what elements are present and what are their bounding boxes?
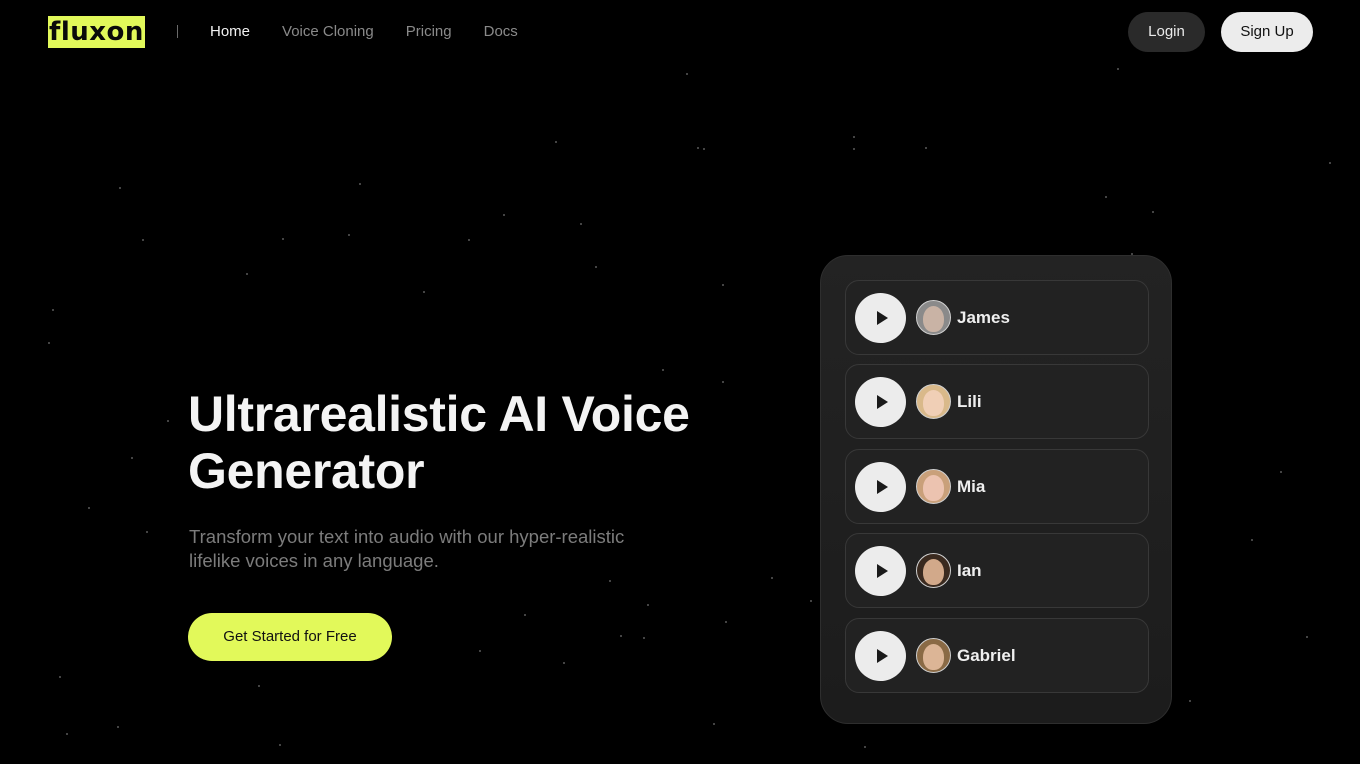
star-dot (1117, 68, 1119, 70)
play-icon (876, 563, 888, 578)
star-dot (1189, 700, 1191, 702)
star-dot (524, 614, 526, 616)
voice-item-ian[interactable]: Ian (845, 533, 1149, 608)
voice-name: Lili (957, 391, 982, 411)
star-dot (647, 604, 649, 606)
nav-link-voice-cloning[interactable]: Voice Cloning (282, 23, 374, 41)
voice-item-gabriel[interactable]: Gabriel (845, 618, 1149, 693)
star-dot (131, 457, 133, 459)
star-dot (1306, 636, 1308, 638)
hero-subtitle-line1: Transform your text into audio with our … (189, 526, 625, 547)
voice-name: Ian (957, 560, 982, 580)
star-dot (555, 141, 557, 143)
star-dot (479, 650, 481, 652)
star-dot (722, 381, 724, 383)
avatar-lili (916, 384, 951, 419)
play-button[interactable] (855, 376, 906, 427)
play-icon (876, 394, 888, 409)
hero-title-line2: Generator (188, 443, 425, 499)
hero-subtitle-line2: lifelike voices in any language. (189, 550, 439, 571)
star-dot (1105, 196, 1107, 198)
star-dot (595, 266, 597, 268)
star-dot (643, 637, 645, 639)
star-dot (925, 147, 927, 149)
star-dot (117, 726, 119, 728)
voice-samples-panel: James Lili Mia Ian Gabriel (820, 255, 1172, 724)
landing-page: fluxon Home Voice Cloning Pricing Docs L… (0, 0, 1360, 764)
star-dot (119, 187, 121, 189)
star-dot (713, 723, 715, 725)
star-dot (703, 148, 705, 150)
voice-name: James (957, 307, 1010, 327)
star-dot (1251, 539, 1253, 541)
star-dot (142, 239, 144, 241)
voice-name: Gabriel (957, 645, 1016, 665)
nav-link-docs[interactable]: Docs (484, 23, 518, 41)
star-dot (246, 273, 248, 275)
star-dot (686, 73, 688, 75)
star-dot (468, 239, 470, 241)
voice-item-mia[interactable]: Mia (845, 449, 1149, 524)
star-dot (52, 309, 54, 311)
star-dot (609, 580, 611, 582)
star-dot (66, 733, 68, 735)
nav-link-pricing[interactable]: Pricing (406, 23, 452, 41)
star-dot (359, 183, 361, 185)
play-button[interactable] (855, 461, 906, 512)
login-button[interactable]: Login (1128, 12, 1205, 52)
star-dot (279, 744, 281, 746)
star-dot (725, 621, 727, 623)
star-dot (853, 136, 855, 138)
star-dot (88, 507, 90, 509)
voice-item-lili[interactable]: Lili (845, 364, 1149, 439)
get-started-button[interactable]: Get Started for Free (188, 613, 392, 661)
star-dot (853, 148, 855, 150)
star-dot (146, 531, 148, 533)
fluxon-logo[interactable]: fluxon (48, 16, 145, 48)
play-button[interactable] (855, 545, 906, 596)
hero-title-line1: Ultrarealistic AI Voice (188, 386, 690, 442)
hero-title: Ultrarealistic AI Voice Generator (188, 386, 748, 500)
sign-up-button[interactable]: Sign Up (1221, 12, 1313, 52)
star-dot (1329, 162, 1331, 164)
avatar-gabriel (916, 638, 951, 673)
star-dot (563, 662, 565, 664)
play-button[interactable] (855, 292, 906, 343)
hero-subtitle: Transform your text into audio with our … (189, 525, 669, 573)
play-button[interactable] (855, 630, 906, 681)
star-dot (423, 291, 425, 293)
star-dot (167, 420, 169, 422)
play-icon (876, 648, 888, 663)
voice-name: Mia (957, 476, 986, 496)
star-dot (864, 746, 866, 748)
star-dot (282, 238, 284, 240)
main-nav: Home Voice Cloning Pricing Docs (210, 23, 518, 41)
voice-item-james[interactable]: James (845, 280, 1149, 355)
star-dot (1152, 211, 1154, 213)
star-dot (722, 284, 724, 286)
star-dot (59, 676, 61, 678)
star-dot (620, 635, 622, 637)
star-dot (258, 685, 260, 687)
star-dot (810, 600, 812, 602)
star-dot (503, 214, 505, 216)
avatar-james (916, 300, 951, 335)
star-dot (771, 577, 773, 579)
play-icon (876, 310, 888, 325)
star-dot (48, 342, 50, 344)
nav-link-home[interactable]: Home (210, 23, 250, 41)
star-dot (697, 147, 699, 149)
avatar-mia (916, 469, 951, 504)
star-dot (662, 369, 664, 371)
star-dot (1280, 471, 1282, 473)
avatar-ian (916, 553, 951, 588)
play-icon (876, 479, 888, 494)
star-dot (580, 223, 582, 225)
star-dot (348, 234, 350, 236)
nav-divider (177, 25, 178, 38)
